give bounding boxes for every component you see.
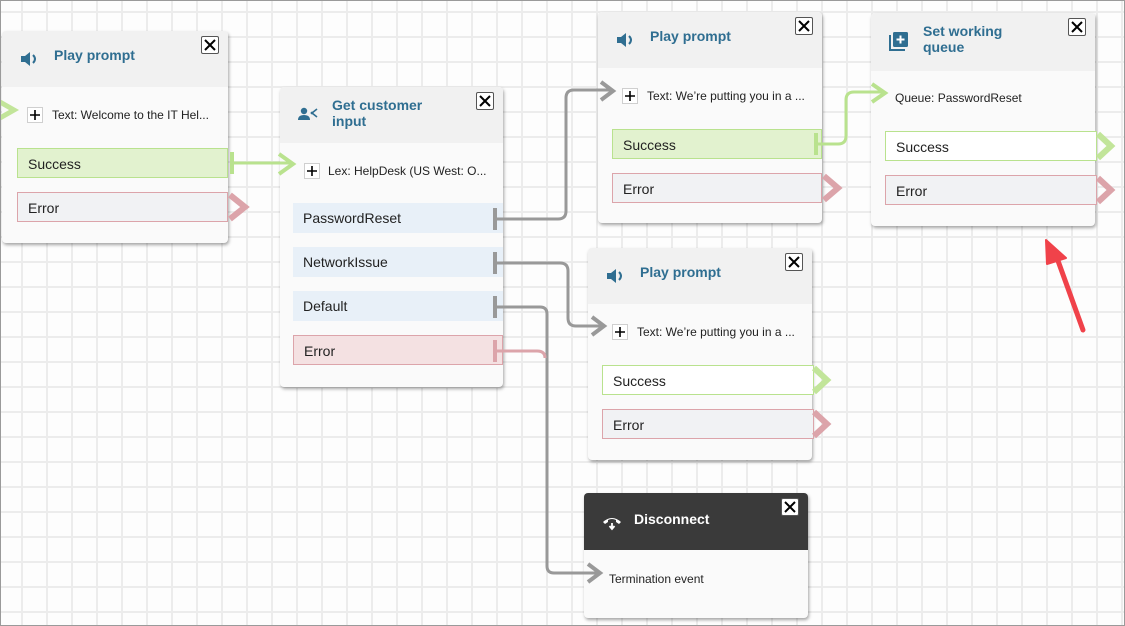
block-header[interactable]: Play prompt: [588, 248, 812, 304]
hang-up-icon: [603, 518, 621, 531]
expand-button[interactable]: [27, 107, 43, 123]
expand-button[interactable]: [304, 163, 320, 179]
block-disconnect[interactable]: Disconnect Termination event: [584, 493, 808, 618]
annotation-arrow-icon: [1045, 239, 1086, 333]
block-description: Termination event: [609, 572, 704, 586]
block-title: Set working queue: [923, 23, 1003, 55]
close-icon: [798, 20, 810, 32]
block-header[interactable]: Get customer input: [280, 87, 503, 143]
branch-success[interactable]: Success: [612, 129, 822, 159]
block-header[interactable]: Set working queue: [871, 13, 1095, 71]
block-description: Text: We’re putting you in a ...: [647, 89, 805, 103]
plus-icon: [307, 166, 317, 176]
block-title: Disconnect: [634, 511, 710, 527]
block-header[interactable]: Disconnect: [584, 493, 808, 550]
branch-passwordreset[interactable]: PasswordReset: [293, 203, 503, 233]
block-description: Lex: HelpDesk (US West: O...: [328, 164, 487, 178]
speaker-icon: [617, 33, 632, 47]
branch-error[interactable]: Error: [612, 173, 822, 203]
plus-icon: [615, 327, 625, 337]
branch-error[interactable]: Error: [17, 192, 228, 222]
port-success: [811, 365, 832, 395]
port-error: [228, 192, 250, 222]
block-header[interactable]: Play prompt: [2, 31, 228, 87]
block-title: Play prompt: [640, 264, 721, 280]
close-icon: [784, 501, 796, 513]
branch-error[interactable]: Error: [885, 175, 1097, 205]
plus-icon: [30, 110, 40, 120]
port-success: [1095, 131, 1116, 161]
block-play-prompt-network[interactable]: Play prompt Text: We’re putting you in a…: [588, 248, 814, 460]
close-button[interactable]: [476, 92, 494, 110]
close-button[interactable]: [781, 498, 799, 516]
block-title: Get customer input: [332, 97, 423, 129]
block-description: Queue: PasswordReset: [895, 91, 1022, 105]
block-description: Text: Welcome to the IT Hel...: [52, 108, 209, 122]
branch-error[interactable]: Error: [602, 409, 814, 439]
branch-default[interactable]: Default: [293, 291, 503, 321]
block-get-customer-input[interactable]: Get customer input Lex: HelpDesk (US Wes…: [280, 87, 503, 387]
block-title: Play prompt: [54, 47, 135, 63]
close-icon: [788, 256, 800, 268]
close-button[interactable]: [201, 36, 219, 54]
close-button[interactable]: [795, 17, 813, 35]
connector-passwordreset[interactable]: [495, 88, 610, 221]
close-button[interactable]: [785, 253, 803, 271]
block-description: Text: We’re putting you in a ...: [637, 325, 795, 339]
expand-button[interactable]: [612, 324, 628, 340]
block-play-prompt-password[interactable]: Play prompt Text: We’re putting you in a…: [598, 12, 822, 223]
close-button[interactable]: [1068, 18, 1086, 36]
close-icon: [479, 95, 491, 107]
port-error: [1095, 175, 1116, 205]
branch-networkissue[interactable]: NetworkIssue: [293, 247, 503, 277]
block-play-prompt-welcome[interactable]: Play prompt Text: Welcome to the IT Hel.…: [2, 31, 228, 243]
port-error: [822, 173, 843, 203]
block-title: Play prompt: [650, 28, 731, 44]
connector-default[interactable]: [495, 305, 598, 575]
block-header[interactable]: Play prompt: [598, 12, 822, 68]
branch-success[interactable]: Success: [17, 148, 228, 178]
block-set-working-queue[interactable]: Set working queue Queue: PasswordReset S…: [871, 13, 1097, 226]
branch-success[interactable]: Success: [885, 131, 1097, 161]
close-icon: [204, 39, 216, 51]
customer-input-icon: [298, 107, 318, 120]
speaker-icon: [21, 52, 36, 66]
branch-success[interactable]: Success: [602, 365, 814, 395]
expand-button[interactable]: [622, 88, 638, 104]
port-error: [811, 409, 832, 439]
speaker-icon: [607, 269, 622, 283]
add-queue-icon: [889, 32, 908, 51]
close-icon: [1071, 21, 1083, 33]
plus-icon: [625, 91, 635, 101]
branch-error[interactable]: Error: [293, 335, 503, 365]
